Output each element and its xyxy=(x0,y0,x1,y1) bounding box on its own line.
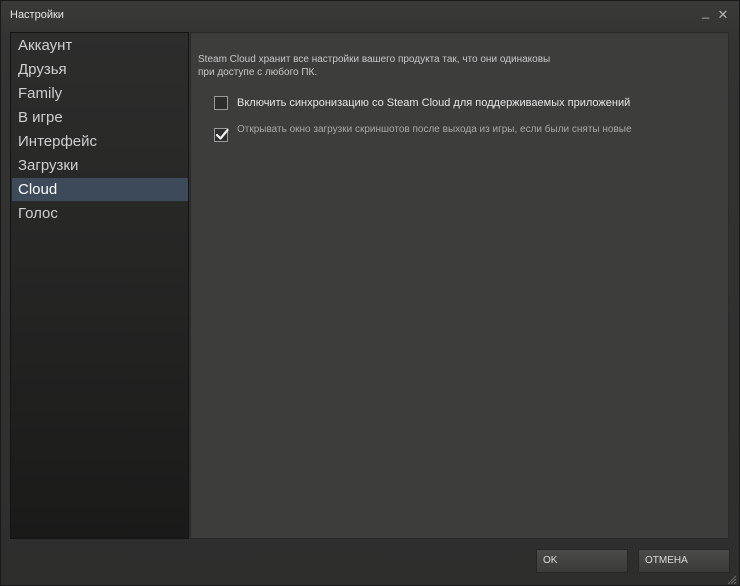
screenshot-uploader-label[interactable]: Открывать окно загрузки скриншотов после… xyxy=(237,124,657,136)
cloud-description: Steam Cloud хранит все настройки вашего … xyxy=(198,54,551,78)
enable-cloud-sync-checkbox[interactable] xyxy=(214,96,228,110)
sidebar-item-interface[interactable]: Интерфейс xyxy=(12,130,188,153)
sidebar-item-account[interactable]: Аккаунт xyxy=(12,34,188,57)
close-icon: ✕ xyxy=(717,7,729,22)
sidebar-item-friends[interactable]: Друзья xyxy=(12,58,188,81)
sidebar-item-downloads[interactable]: Загрузки xyxy=(12,154,188,177)
screenshot-uploader-checkbox[interactable] xyxy=(214,128,229,142)
sidebar-item-cloud[interactable]: Cloud xyxy=(12,178,188,201)
window-title: Настройки xyxy=(10,9,64,21)
checkmark-icon xyxy=(215,128,229,140)
close-button[interactable]: ✕ xyxy=(716,7,730,23)
cloud-settings-panel: Steam Cloud хранит все настройки вашего … xyxy=(190,32,729,539)
title-bar[interactable]: Настройки _ ✕ xyxy=(1,1,739,31)
sidebar-item-family[interactable]: Family xyxy=(12,82,188,105)
resize-grip-icon[interactable] xyxy=(726,574,737,585)
ok-button[interactable]: OK xyxy=(536,549,628,573)
enable-cloud-sync-label[interactable]: Включить синхронизацию со Steam Cloud дл… xyxy=(237,97,707,109)
minimize-icon: _ xyxy=(702,4,710,19)
sidebar-item-voice[interactable]: Голос xyxy=(12,202,188,225)
settings-sidebar: Аккаунт Друзья Family В игре Интерфейс З… xyxy=(10,32,189,539)
settings-window: Настройки _ ✕ Аккаунт Друзья Family В иг… xyxy=(0,0,740,586)
cancel-button[interactable]: ОТМЕНА xyxy=(638,549,730,573)
minimize-button[interactable]: _ xyxy=(700,4,714,23)
sidebar-item-in-game[interactable]: В игре xyxy=(12,106,188,129)
